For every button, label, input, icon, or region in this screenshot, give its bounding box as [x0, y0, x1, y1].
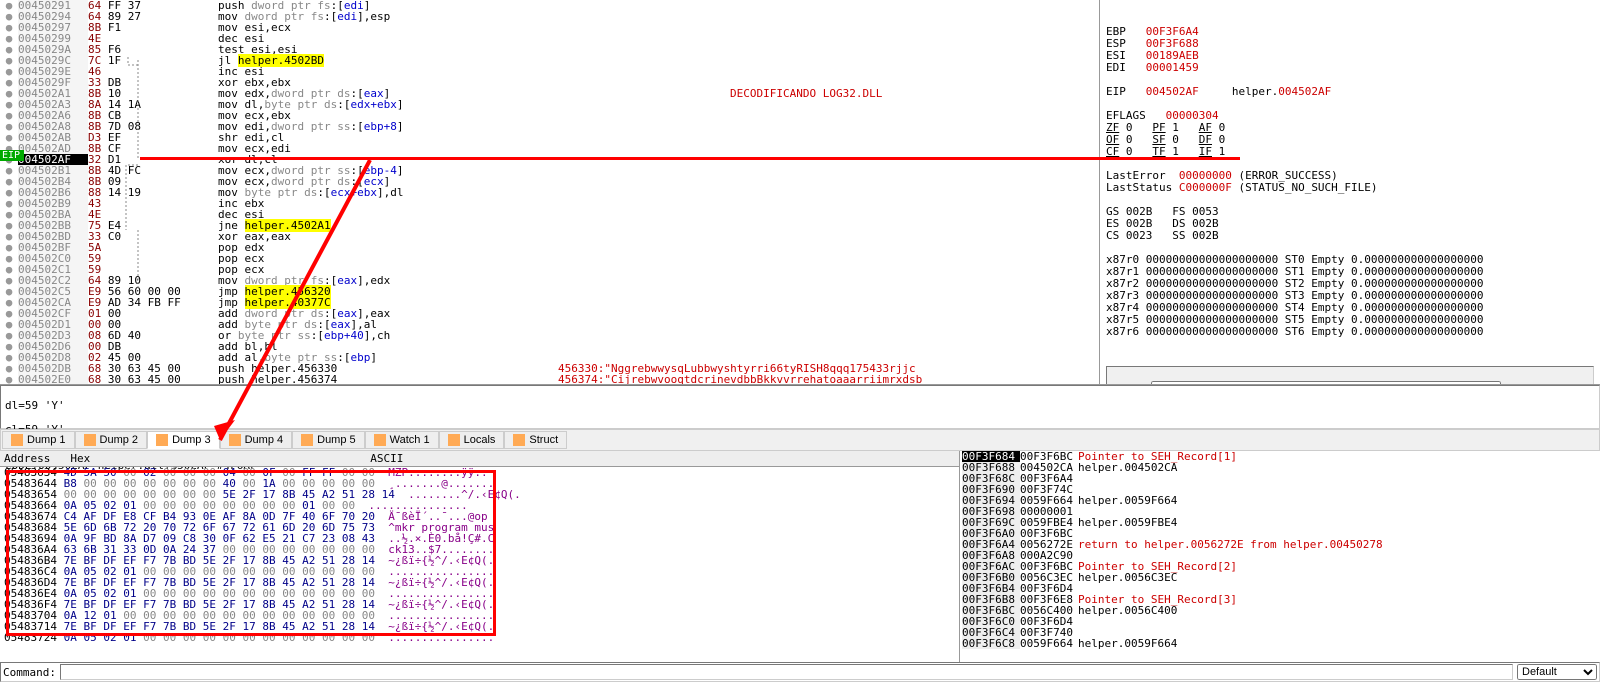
disasm-row[interactable]: 004502A18B 10mov edx,dword ptr ds:[eax]: [0, 88, 1099, 99]
register-line: EIP 004502AF helper.004502AF: [1106, 86, 1594, 98]
disasm-row[interactable]: 004502ABD3 EFshr edi,cl: [0, 132, 1099, 143]
disasm-row[interactable]: 004502CF01 00add dword ptr ds:[eax],eax: [0, 308, 1099, 319]
disasm-row[interactable]: 004502B48B 09mov ecx,dword ptr ds:[ecx]: [0, 176, 1099, 187]
registers-pane[interactable]: EBP 00F3F6A4ESP 00F3F688ESI 00189AEBEDI …: [1100, 0, 1600, 384]
disasm-row[interactable]: 004502E068 30 63 45 00push helper.456374…: [0, 374, 1099, 384]
disasm-row[interactable]: 004502CAE9 AD 34 FB FFjmp helper.40377C: [0, 297, 1099, 308]
disasm-row[interactable]: 004502B943inc ebx: [0, 198, 1099, 209]
register-line: EDI 00001459: [1106, 62, 1594, 74]
disasm-row[interactable]: 0045029C7C 1Fjl helper.4502BD: [0, 55, 1099, 66]
disasm-row[interactable]: 004502BA4Edec esi: [0, 209, 1099, 220]
tab-locals[interactable]: Locals: [439, 431, 505, 449]
tab-dump-2[interactable]: Dump 2: [75, 431, 148, 449]
disasm-row[interactable]: 004502BF5Apop edx: [0, 242, 1099, 253]
disasm-row[interactable]: 004502A88B 7D 08mov edi,dword ptr ss:[eb…: [0, 121, 1099, 132]
command-label: Command:: [3, 666, 56, 679]
disasm-row[interactable]: 004502C059pop ecx: [0, 253, 1099, 264]
disasm-row[interactable]: 004502D100 00add byte ptr ds:[eax],al: [0, 319, 1099, 330]
dump-icon: [156, 434, 168, 446]
dump-header: Address Hex ASCII: [0, 451, 959, 467]
disasm-row[interactable]: 004502B18B 4D FCmov ecx,dword ptr ss:[eb…: [0, 165, 1099, 176]
dump-row[interactable]: 05483724 0A 05 02 01 00 00 00 00 00 00 0…: [4, 632, 955, 643]
disasm-row[interactable]: 004502AD8B CFmov ecx,edi: [0, 143, 1099, 154]
annotation-red-arrow: [200, 160, 380, 460]
disasm-row[interactable]: 0045029A85 F6test esi,esi: [0, 44, 1099, 55]
command-input[interactable]: [60, 664, 1513, 680]
dump-icon: [513, 434, 525, 446]
stack-pane[interactable]: 00F3F68400F3F6BCPointer to SEH_Record[1]…: [960, 451, 1600, 662]
disasm-row[interactable]: 004502978B F1mov esi,ecx: [0, 22, 1099, 33]
dump-icon: [84, 434, 96, 446]
eip-marker: EIP: [0, 150, 24, 161]
stack-row[interactable]: 00F3F6C80059F664helper.0059F664: [962, 638, 1598, 649]
disasm-row[interactable]: 004502BB75 E4jne helper.4502A1: [0, 220, 1099, 231]
disasm-row[interactable]: 004502B688 14 19mov byte ptr ds:[ecx+ebx…: [0, 187, 1099, 198]
dump-icon: [11, 434, 23, 446]
tab-dump-1[interactable]: Dump 1: [2, 431, 75, 449]
dump-icon: [448, 434, 460, 446]
command-mode-select[interactable]: Default: [1517, 664, 1597, 680]
disasm-row[interactable]: 004502D600 DBadd bl,bl: [0, 341, 1099, 352]
tab-struct[interactable]: Struct: [504, 431, 567, 449]
disasm-row[interactable]: 0045029464 89 27mov dword ptr fs:[edi],e…: [0, 11, 1099, 22]
disasm-row[interactable]: 0045029F33 DBxor ebx,ebx: [0, 77, 1099, 88]
disasm-row[interactable]: 0045029164 FF 37push dword ptr fs:[edi]: [0, 0, 1099, 11]
register-line: CS 0023 SS 002B: [1106, 230, 1594, 242]
disasm-row[interactable]: 004502994Edec esi: [0, 33, 1099, 44]
dump-pane[interactable]: Address Hex ASCII 05483634 4D 5A 50 00 0…: [0, 451, 960, 662]
register-line: LastStatus C000000F (STATUS_NO_SUCH_FILE…: [1106, 182, 1594, 194]
calling-convention-select[interactable]: Default (stdcall): [1151, 381, 1501, 384]
disasm-row[interactable]: 004502A68B CBmov ecx,ebx: [0, 110, 1099, 121]
disassembly-pane[interactable]: 0045029164 FF 37push dword ptr fs:[edi]0…: [0, 0, 1100, 384]
disasm-row[interactable]: 0045029E46inc esi: [0, 66, 1099, 77]
disasm-row[interactable]: 004502D308 6D 40or byte ptr ss:[ebp+40],…: [0, 330, 1099, 341]
register-line: x87r6 00000000000000000000 ST6 Empty 0.0…: [1106, 326, 1594, 338]
disasm-row[interactable]: 004502BD33 C0xor eax,eax: [0, 231, 1099, 242]
disasm-note: DECODIFICANDO LOG32.DLL: [730, 87, 882, 100]
command-bar: Command: Default: [0, 662, 1600, 682]
disasm-row[interactable]: 004502C159pop ecx: [0, 264, 1099, 275]
disasm-row[interactable]: 004502A38A 14 1Amov dl,byte ptr ds:[edx+…: [0, 99, 1099, 110]
